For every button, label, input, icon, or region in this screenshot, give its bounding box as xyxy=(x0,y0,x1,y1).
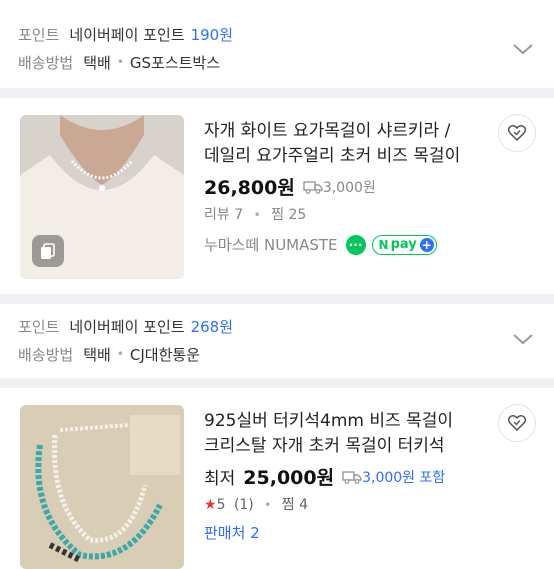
product-title-line2[interactable]: 데일리 요가주얼리 초커 비즈 목걸이 xyxy=(204,144,494,169)
rating-count[interactable]: (1) xyxy=(234,497,254,513)
product-price: 26,800원 xyxy=(204,177,295,199)
talktalk-icon[interactable]: ··· xyxy=(345,234,366,255)
product-info-2: 925실버 터키석4mm 비즈 목걸이 크리스탈 자개 초커 목걸이 터키석 최… xyxy=(204,409,494,543)
info-block-1: 포인트 네이버페이 포인트 190원 배송방법 택배 • GS포스트박스 xyxy=(18,22,538,74)
delivery-type: 택배 xyxy=(83,345,111,364)
product-price: 25,000원 xyxy=(243,467,335,489)
copy-icon xyxy=(32,235,64,267)
wish-count: 찜 25 xyxy=(271,207,307,223)
section-divider xyxy=(0,294,554,304)
review-count[interactable]: 리뷰 7 xyxy=(204,207,243,223)
delivery-label: 배송방법 xyxy=(18,53,74,72)
heart-icon xyxy=(508,415,526,431)
point-label: 포인트 xyxy=(18,317,60,336)
separator-dot: • xyxy=(264,498,272,512)
separator-dot: • xyxy=(116,347,124,361)
product-image-2[interactable] xyxy=(20,405,184,569)
wishlist-heart-button[interactable] xyxy=(498,114,536,152)
point-value: 네이버페이 포인트 xyxy=(69,317,185,336)
shipping-fee: 3,000원 포함 xyxy=(342,467,445,487)
product-title-line2[interactable]: 크리스탈 자개 초커 목걸이 터키석 xyxy=(204,434,494,459)
info-block-2: 포인트 네이버페이 포인트 268원 배송방법 택배 • CJ대한통운 xyxy=(18,314,538,366)
seller-row: 누마스떼 NUMASTE ··· N pay + xyxy=(204,234,494,255)
point-value: 네이버페이 포인트 xyxy=(69,25,185,44)
rating-value: 5 xyxy=(216,497,226,513)
product-image-1[interactable] xyxy=(20,115,184,279)
truck-icon xyxy=(342,470,362,484)
review-wish-row: 리뷰 7 • 찜 25 xyxy=(204,204,494,224)
product-card-2[interactable]: 925실버 터키석4mm 비즈 목걸이 크리스탈 자개 초커 목걸이 터키석 최… xyxy=(0,388,554,569)
wishlist-heart-button[interactable] xyxy=(498,404,536,442)
product-title-line1[interactable]: 자개 화이트 요가목걸이 샤르키라 / xyxy=(204,119,494,144)
npay-n-icon: N xyxy=(378,237,389,252)
delivery-type: 택배 xyxy=(83,53,111,72)
point-label: 포인트 xyxy=(18,25,60,44)
npay-text: pay xyxy=(390,237,417,252)
heart-icon xyxy=(508,125,526,141)
wish-count: 찜 4 xyxy=(281,497,309,513)
product-title-line1[interactable]: 925실버 터키석4mm 비즈 목걸이 xyxy=(204,409,494,434)
separator-dot: • xyxy=(116,55,124,69)
truck-icon xyxy=(303,180,323,194)
section-divider xyxy=(0,88,554,98)
seller-count-link[interactable]: 판매처 2 xyxy=(204,522,494,543)
delivery-company: CJ대한통운 xyxy=(129,345,200,364)
rating-wish-row: ★5 (1) • 찜 4 xyxy=(204,494,494,514)
shipping-fee: 3,000원 xyxy=(303,177,376,197)
shipping-amount: 3,000원 포함 xyxy=(362,469,446,486)
product-title-1[interactable]: 자개 화이트 요가목걸이 샤르키라 / 데일리 요가주얼리 초커 비즈 목걸이 xyxy=(204,119,494,169)
product-card-1[interactable]: 자개 화이트 요가목걸이 샤르키라 / 데일리 요가주얼리 초커 비즈 목걸이 … xyxy=(0,98,554,294)
star-icon: ★ xyxy=(204,497,217,513)
npay-badge: N pay + xyxy=(371,234,437,255)
point-amount: 190원 xyxy=(190,25,234,44)
section-divider xyxy=(0,378,554,388)
separator-dot: • xyxy=(253,208,261,222)
delivery-label: 배송방법 xyxy=(18,345,74,364)
chevron-down-icon[interactable] xyxy=(512,38,534,60)
point-amount: 268원 xyxy=(190,317,234,336)
shipping-amount: 3,000원 xyxy=(322,179,376,196)
delivery-company: GS포스트박스 xyxy=(129,53,221,72)
chevron-down-icon[interactable] xyxy=(512,328,534,350)
plus-icon: + xyxy=(419,237,434,252)
price-prefix: 최저 xyxy=(204,469,236,489)
product-info-1: 자개 화이트 요가목걸이 샤르키라 / 데일리 요가주얼리 초커 비즈 목걸이 … xyxy=(204,119,494,255)
product-title-2[interactable]: 925실버 터키석4mm 비즈 목걸이 크리스탈 자개 초커 목걸이 터키석 xyxy=(204,409,494,459)
seller-name[interactable]: 누마스떼 NUMASTE xyxy=(204,234,338,255)
